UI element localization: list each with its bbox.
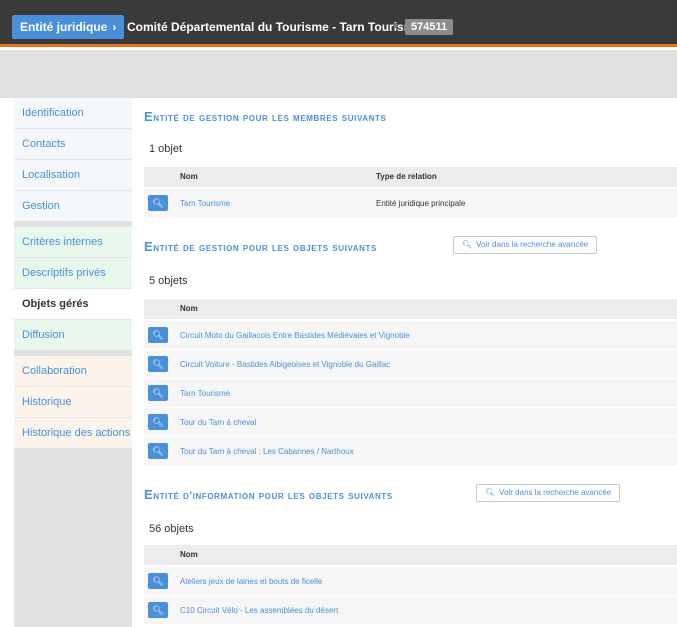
table-row: 🔍︎ Tarn Tourisme Entité juridique princi… bbox=[144, 189, 677, 218]
section-title-info: Entité d'information pour les objets sui… bbox=[144, 487, 393, 502]
chevron-right-icon: › bbox=[112, 20, 117, 34]
view-button[interactable]: 🔍︎ bbox=[148, 385, 168, 401]
members-count: 1 objet bbox=[149, 143, 183, 155]
table-row: 🔍︎ Ateliers jeux de laines et bouts de f… bbox=[144, 567, 677, 596]
row-name-link[interactable]: Ateliers jeux de laines et bouts de fice… bbox=[180, 567, 322, 596]
sidebar-item-criteres-internes[interactable]: Critères internes bbox=[14, 227, 132, 257]
sidebar: Identification Contacts Localisation Ges… bbox=[14, 98, 132, 627]
sidebar-item-objets-geres[interactable]: Objets gérés bbox=[14, 289, 132, 319]
main-content: Entité de gestion pour les membres suiva… bbox=[132, 98, 677, 627]
id-badge: 574511 bbox=[405, 19, 454, 35]
sidebar-item-historique[interactable]: Historique bbox=[14, 387, 132, 417]
table-header: Nom bbox=[144, 299, 677, 319]
view-button[interactable]: 🔍︎ bbox=[148, 602, 168, 618]
view-button[interactable]: 🔍︎ bbox=[148, 356, 168, 372]
breadcrumb-label: Entité juridique bbox=[20, 20, 108, 34]
section-title-members: Entité de gestion pour les membres suiva… bbox=[144, 109, 387, 124]
column-header-name: Nom bbox=[180, 550, 198, 559]
magnifier-icon: 🔍︎ bbox=[485, 488, 496, 497]
magnifier-icon: 🔍︎ bbox=[152, 388, 164, 398]
table-row: 🔍︎ Circuit Voiture - Bastides Albigeoise… bbox=[144, 350, 677, 379]
row-name-link[interactable]: Circuit Moto du Gaillacois Entre Bastide… bbox=[180, 321, 410, 350]
sidebar-item-collaboration[interactable]: Collaboration bbox=[14, 356, 132, 386]
breadcrumb-entity-type-button[interactable]: Entité juridique › bbox=[12, 15, 125, 39]
table-row: 🔍︎ Tour du Tarn à cheval : Les Cabannes … bbox=[144, 437, 677, 466]
magnifier-icon: 🔍︎ bbox=[152, 446, 164, 456]
magnifier-icon: 🔍︎ bbox=[152, 359, 164, 369]
table-header: Nom bbox=[144, 545, 677, 565]
advanced-search-button[interactable]: 🔍︎ Voir dans la recherche avancée bbox=[453, 236, 598, 254]
sidebar-item-historique-actions[interactable]: Historique des actions bbox=[14, 418, 132, 448]
toolbar-band bbox=[0, 50, 677, 98]
table-row: 🔍︎ C10 Circuit Vélo - Les assemblées du … bbox=[144, 596, 677, 625]
row-name-link[interactable]: Circuit Voiture - Bastides Albigeoises e… bbox=[180, 350, 390, 379]
view-button[interactable]: 🔍︎ bbox=[148, 195, 168, 211]
magnifier-icon: 🔍︎ bbox=[152, 417, 164, 427]
sidebar-item-localisation[interactable]: Localisation bbox=[14, 160, 132, 190]
row-relation: Entité juridique principale bbox=[376, 199, 466, 208]
column-header-relation: Type de relation bbox=[376, 172, 437, 181]
row-name-link[interactable]: Tarn Tourisme bbox=[180, 379, 230, 408]
page-title: Comité Départemental du Tourisme - Tarn … bbox=[127, 20, 422, 34]
row-name-link[interactable]: Tarn Tourisme bbox=[180, 189, 230, 218]
magnifier-icon: 🔍︎ bbox=[462, 240, 473, 249]
top-bar: Entité juridique › Comité Départemental d… bbox=[0, 0, 677, 47]
section-title-managed: Entité de gestion pour les objets suivan… bbox=[144, 239, 377, 254]
magnifier-icon: 🔍︎ bbox=[152, 576, 164, 586]
info-count: 56 objets bbox=[149, 523, 194, 535]
sidebar-item-gestion[interactable]: Gestion bbox=[14, 191, 132, 221]
view-button[interactable]: 🔍︎ bbox=[148, 573, 168, 589]
column-header-name: Nom bbox=[180, 304, 198, 313]
view-button[interactable]: 🔍︎ bbox=[148, 327, 168, 343]
managed-count: 5 objets bbox=[149, 275, 188, 287]
advanced-search-button[interactable]: 🔍︎ Voir dans la recherche avancée bbox=[476, 484, 621, 502]
sidebar-item-descriptifs-prives[interactable]: Descriptifs privés bbox=[14, 258, 132, 288]
row-name-link[interactable]: Tour du Tarn à cheval : Les Cabannes / N… bbox=[180, 437, 354, 466]
view-button[interactable]: 🔍︎ bbox=[148, 443, 168, 459]
table-row: 🔍︎ Tarn Tourisme bbox=[144, 379, 677, 408]
view-button[interactable]: 🔍︎ bbox=[148, 414, 168, 430]
magnifier-icon: 🔍︎ bbox=[152, 605, 164, 615]
table-row: 🔍︎ Circuit Moto du Gaillacois Entre Bast… bbox=[144, 321, 677, 350]
sidebar-item-contacts[interactable]: Contacts bbox=[14, 129, 132, 159]
separator-dot bbox=[393, 23, 398, 28]
magnifier-icon: 🔍︎ bbox=[152, 198, 164, 208]
row-name-link[interactable]: C10 Circuit Vélo - Les assemblées du dés… bbox=[180, 596, 338, 625]
column-header-name: Nom bbox=[180, 172, 198, 181]
sidebar-item-identification[interactable]: Identification bbox=[14, 98, 132, 128]
table-row: 🔍︎ Tour du Tarn à cheval bbox=[144, 408, 677, 437]
table-header: Nom Type de relation bbox=[144, 167, 677, 187]
row-name-link[interactable]: Tour du Tarn à cheval bbox=[180, 408, 256, 437]
magnifier-icon: 🔍︎ bbox=[152, 330, 164, 340]
sidebar-item-diffusion[interactable]: Diffusion bbox=[14, 320, 132, 350]
